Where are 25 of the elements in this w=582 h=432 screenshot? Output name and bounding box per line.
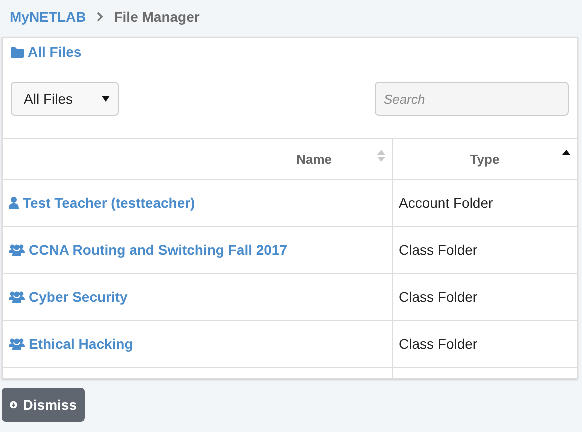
column-header[interactable]: Type bbox=[393, 139, 577, 180]
down-arrow-circle-icon bbox=[10, 399, 18, 411]
card-title: All Files bbox=[28, 44, 82, 60]
chevron-icon bbox=[96, 12, 104, 22]
dismiss-button[interactable]: Dismiss bbox=[2, 388, 85, 422]
folder-link[interactable]: Cyber Security bbox=[29, 289, 128, 305]
folder-link[interactable]: CCNA Routing and Switching Fall 2017 bbox=[29, 242, 288, 258]
filter-dropdown[interactable]: All Files bbox=[11, 82, 119, 116]
users-icon bbox=[9, 244, 25, 256]
table-cell: Account Folder bbox=[399, 195, 494, 211]
users-icon bbox=[9, 338, 25, 350]
table-cell: Class Folder bbox=[399, 336, 478, 352]
folder-icon bbox=[11, 46, 24, 58]
sort-ascending-icon[interactable] bbox=[562, 149, 571, 155]
folder-link[interactable]: Ethical Hacking bbox=[29, 336, 134, 352]
column-header[interactable]: Name bbox=[3, 139, 393, 180]
users-icon bbox=[9, 291, 25, 303]
breadcrumb-link[interactable]: MyNETLAB bbox=[10, 9, 86, 25]
user-icon bbox=[9, 197, 19, 209]
caret-icon bbox=[102, 96, 110, 102]
search-field[interactable]: Search bbox=[375, 82, 569, 116]
table-cell: Class Folder bbox=[399, 289, 478, 305]
table-cell: Class Folder bbox=[399, 242, 478, 258]
folder-link[interactable]: Test Teacher (testteacher) bbox=[23, 195, 196, 211]
breadcrumb-current: File Manager bbox=[114, 9, 200, 25]
